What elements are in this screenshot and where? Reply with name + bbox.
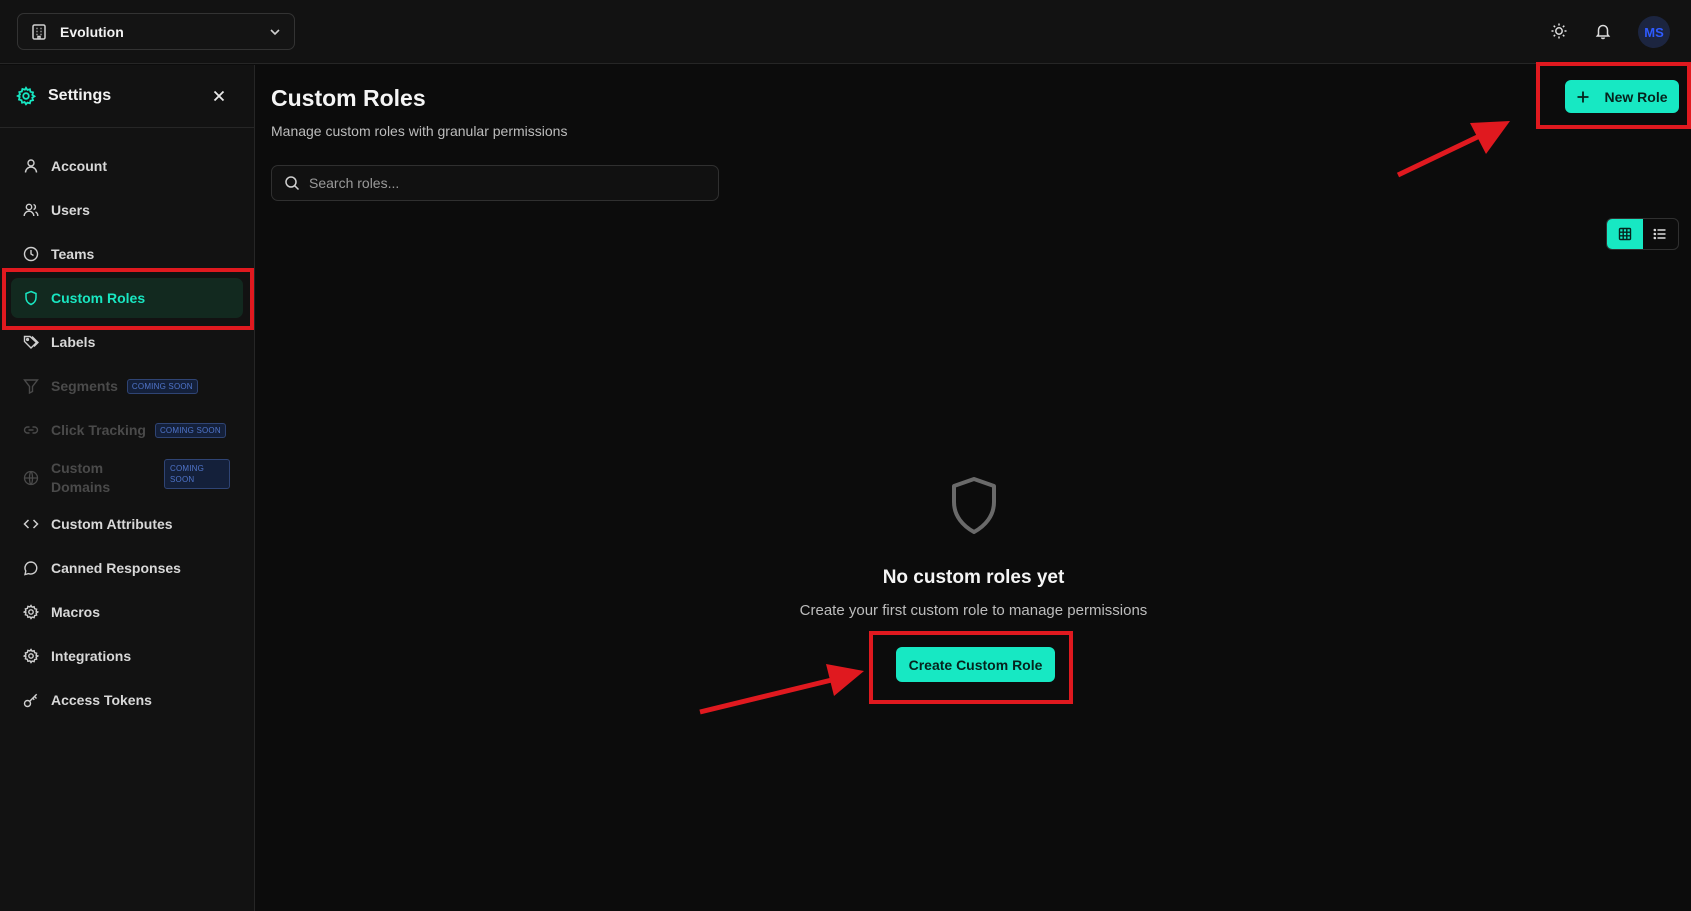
sidebar-item-label: Access Tokens <box>51 692 152 708</box>
sidebar-item-label: Macros <box>51 604 101 620</box>
sidebar-item-canned-responses[interactable]: Canned Responses <box>11 548 243 588</box>
clock-icon <box>23 246 39 262</box>
gear-icon <box>16 86 36 106</box>
highlight-box <box>2 268 254 330</box>
users-icon <box>23 202 39 218</box>
highlight-box <box>1536 62 1691 129</box>
sidebar-item-label: Account <box>51 158 107 174</box>
chevron-down-icon <box>268 25 282 39</box>
sidebar-item-label: Integrations <box>51 648 132 664</box>
gear-icon <box>23 604 39 620</box>
highlight-box <box>869 631 1073 704</box>
search-input[interactable] <box>309 175 706 191</box>
sidebar-item-macros[interactable]: Macros <box>11 592 243 632</box>
gear-icon <box>23 648 39 664</box>
sidebar-item-label: Custom Domains <box>51 459 110 497</box>
avatar[interactable]: MS <box>1638 16 1670 48</box>
coming-soon-badge: COMING SOON <box>154 422 226 438</box>
label-line-1: Custom <box>51 460 104 476</box>
settings-sidebar: Settings Account Users Teams Custom Role… <box>0 65 255 911</box>
sidebar-item-integrations[interactable]: Integrations <box>11 636 243 676</box>
empty-state-title: No custom roles yet <box>882 567 1065 588</box>
sidebar-item-access-tokens[interactable]: Access Tokens <box>11 680 243 720</box>
sidebar-item-label: Segments <box>51 378 118 394</box>
globe-icon <box>23 470 39 486</box>
badge-line-1: COMING <box>170 464 205 473</box>
link-icon <box>23 422 39 438</box>
search-box[interactable] <box>271 165 719 201</box>
sidebar-item-label: Custom Attributes <box>51 516 173 532</box>
search-icon <box>284 175 300 191</box>
sidebar-item-label: Labels <box>51 334 96 350</box>
message-icon <box>23 560 39 576</box>
page-subtitle: Manage custom roles with granular permis… <box>271 123 568 139</box>
key-icon <box>23 692 39 708</box>
sidebar-item-label: Click Tracking <box>51 422 146 438</box>
sidebar-item-custom-domains: Custom Domains COMING SOON <box>11 454 243 502</box>
workspace-name: Evolution <box>60 23 124 40</box>
page-title: Custom Roles <box>271 85 426 111</box>
bell-icon[interactable] <box>1592 20 1614 42</box>
building-icon <box>30 23 48 41</box>
view-toggle <box>1606 218 1679 250</box>
code-icon <box>23 516 39 532</box>
list-view-icon[interactable] <box>1643 219 1679 249</box>
coming-soon-badge: COMING SOON <box>126 378 198 394</box>
filter-icon <box>23 378 39 394</box>
top-bar: Evolution MS <box>0 0 1691 64</box>
empty-state-subtitle: Create your first custom role to manage … <box>799 602 1148 619</box>
sidebar-item-users[interactable]: Users <box>11 190 243 230</box>
sidebar-title: Settings <box>48 87 112 104</box>
sidebar-header: Settings <box>0 65 254 128</box>
user-icon <box>23 158 39 174</box>
badge-line-2: SOON <box>170 475 195 484</box>
sidebar-item-account[interactable]: Account <box>11 146 243 186</box>
workspace-switcher[interactable]: Evolution <box>17 13 295 50</box>
coming-soon-badge: COMING SOON <box>164 459 230 489</box>
grid-view-icon[interactable] <box>1607 219 1643 249</box>
sidebar-item-custom-attributes[interactable]: Custom Attributes <box>11 504 243 544</box>
sidebar-item-label: Teams <box>51 246 95 262</box>
sidebar-item-label: Users <box>51 202 90 218</box>
sun-icon[interactable] <box>1548 20 1570 42</box>
shield-icon <box>948 475 1000 537</box>
main-content: Custom Roles Manage custom roles with gr… <box>256 65 1691 911</box>
sidebar-item-click-tracking: Click Tracking COMING SOON <box>11 410 243 450</box>
tag-icon <box>23 334 39 350</box>
label-line-2: Domains <box>51 479 111 495</box>
close-icon[interactable] <box>208 85 230 107</box>
sidebar-item-label: Canned Responses <box>51 560 181 576</box>
sidebar-item-segments: Segments COMING SOON <box>11 366 243 406</box>
